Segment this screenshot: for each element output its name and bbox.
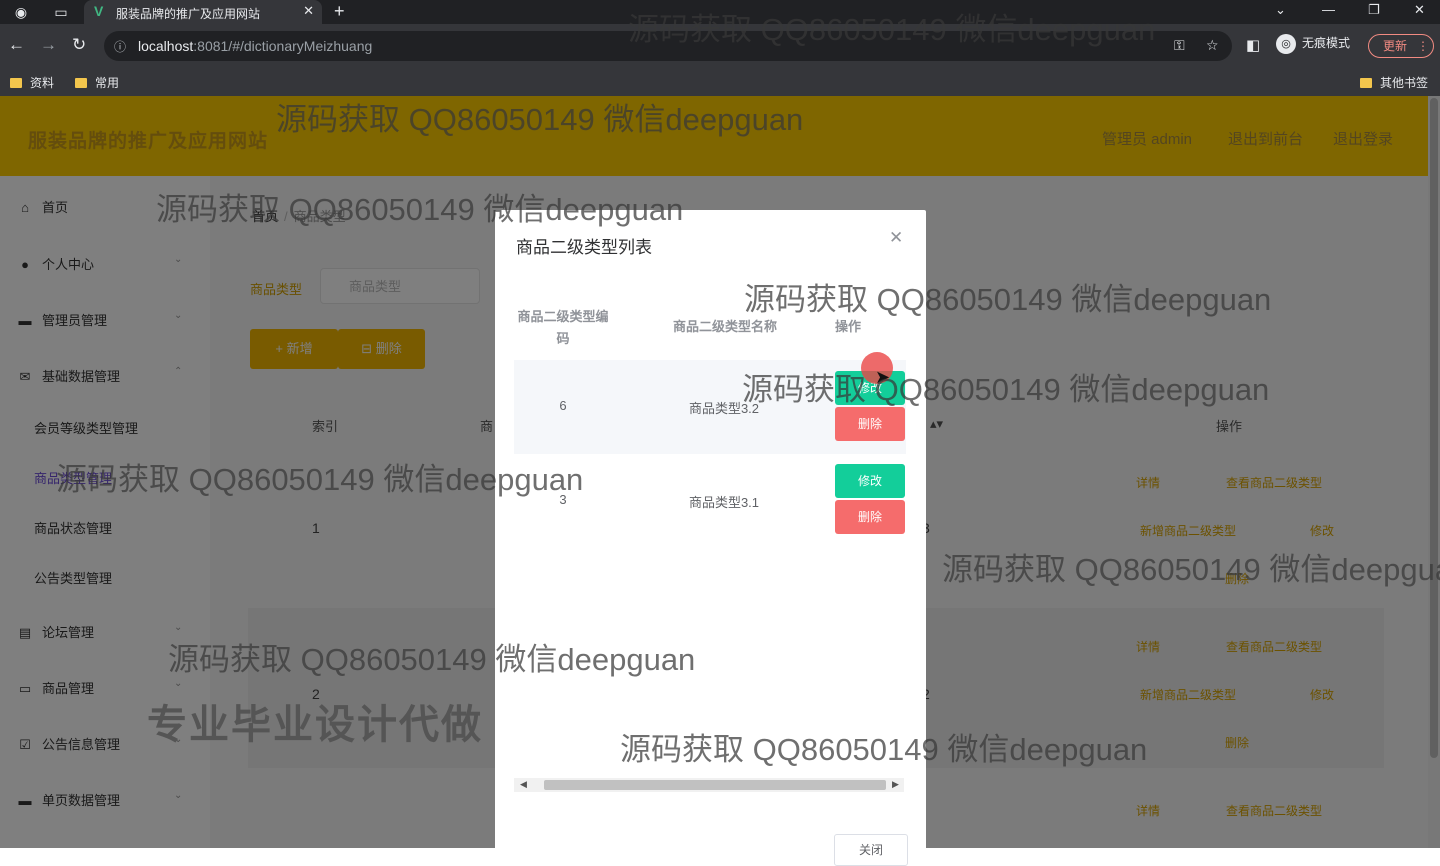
scroll-right-icon[interactable]: ▶ xyxy=(892,779,899,790)
vue-favicon-icon: V xyxy=(94,3,104,19)
edit-button[interactable]: 修改 xyxy=(835,464,905,498)
column-header-code: 商品二级类型编码 xyxy=(517,309,609,346)
bookmark-folder-other[interactable]: 其他书签 xyxy=(1360,74,1428,91)
delete-button[interactable]: 删除 xyxy=(835,407,905,441)
update-label: 更新 xyxy=(1383,39,1408,53)
tab-search-icon[interactable]: ▭ xyxy=(52,3,70,21)
delete-button[interactable]: 删除 xyxy=(835,500,905,534)
browser-tab[interactable]: V 服装品牌的推广及应用网站 ✕ xyxy=(84,0,322,24)
bookmark-label: 其他书签 xyxy=(1380,76,1429,90)
new-tab-icon[interactable]: + xyxy=(334,1,345,22)
folder-icon xyxy=(10,78,22,88)
restore-icon[interactable]: ❐ xyxy=(1368,2,1380,18)
bookmark-label: 资料 xyxy=(30,76,55,90)
url-path: :8081/#/dictionaryMeizhuang xyxy=(193,38,373,54)
watermark-text: 源码获取 QQ86050149 微信deepguan xyxy=(744,282,1272,317)
back-arrow-icon[interactable]: ← xyxy=(8,35,25,55)
column-header-name: 商品二级类型名称 xyxy=(672,319,777,334)
chevron-down-icon[interactable]: ⌄ xyxy=(1275,2,1286,18)
bookmark-folder-changyong[interactable]: 常用 xyxy=(75,74,119,91)
reload-icon[interactable]: ↻ xyxy=(72,35,86,55)
close-icon[interactable]: ✕ xyxy=(303,3,314,19)
minimize-icon[interactable]: — xyxy=(1322,2,1335,17)
folder-icon xyxy=(75,78,87,88)
url-host: localhost xyxy=(138,38,194,54)
watermark-text: 源码获取 QQ86050149 微信deepguan xyxy=(742,372,1270,407)
bookmark-folder-ziliao[interactable]: 资料 xyxy=(10,74,54,91)
bookmarks-bar: 资料 常用 其他书签 xyxy=(0,68,1440,96)
watermark-text: 源码获取 QQ86050149 微信deepguan xyxy=(168,642,696,677)
horizontal-scrollbar[interactable]: ◀ ▶ xyxy=(514,778,904,792)
watermark-text: 源码获取 QQ86050149 微信deepguan xyxy=(942,552,1440,587)
update-button[interactable]: 更新 ⋮ xyxy=(1368,34,1434,58)
sidepanel-icon[interactable]: ◧ xyxy=(1246,36,1260,54)
incognito-icon: ◎ xyxy=(1276,34,1296,54)
watermark-banner: 专业毕业设计代做 xyxy=(147,703,483,747)
watermark-text: 源码获取 QQ86050149 微信deepguan xyxy=(620,732,1148,767)
kebab-menu-icon: ⋮ xyxy=(1417,39,1430,53)
watermark-text: 源码获取 QQ86050149 微信deepguan xyxy=(156,192,684,227)
watermark-text: 源码获取 QQ86050149 微信deepguan xyxy=(56,462,584,497)
folder-icon xyxy=(1360,78,1372,88)
scroll-left-icon[interactable]: ◀ xyxy=(520,779,527,790)
key-icon[interactable]: ⚿ xyxy=(1174,37,1185,54)
url-text: localhost:8081/#/dictionaryMeizhuang xyxy=(138,38,372,54)
tab-title: 服装品牌的推广及应用网站 xyxy=(116,7,261,21)
close-icon[interactable]: ✕ xyxy=(889,228,903,248)
bookmark-label: 常用 xyxy=(95,76,120,90)
column-header-ops: 操作 xyxy=(834,319,861,334)
forward-arrow-icon[interactable]: → xyxy=(40,35,57,55)
subtype-code-cell: 6 xyxy=(559,398,567,413)
scrollbar-thumb[interactable] xyxy=(544,780,886,790)
dialog-title: 商品二级类型列表 xyxy=(516,238,652,257)
subtype-name-cell: 商品类型3.1 xyxy=(688,495,760,510)
window-close-icon[interactable]: ✕ xyxy=(1414,2,1425,18)
browser-menu-icon[interactable]: ◉ xyxy=(12,3,30,21)
incognito-indicator[interactable]: ◎ 无痕模式 xyxy=(1276,34,1350,54)
star-icon[interactable]: ☆ xyxy=(1206,37,1219,54)
watermark-text: 源码获取 QQ86050149 微信deepguan xyxy=(628,12,1156,47)
close-button[interactable]: 关闭 xyxy=(834,834,908,866)
incognito-label: 无痕模式 xyxy=(1302,36,1351,51)
watermark-text: 源码获取 QQ86050149 微信deepguan xyxy=(276,102,804,137)
info-icon[interactable]: ⓘ xyxy=(114,38,126,55)
